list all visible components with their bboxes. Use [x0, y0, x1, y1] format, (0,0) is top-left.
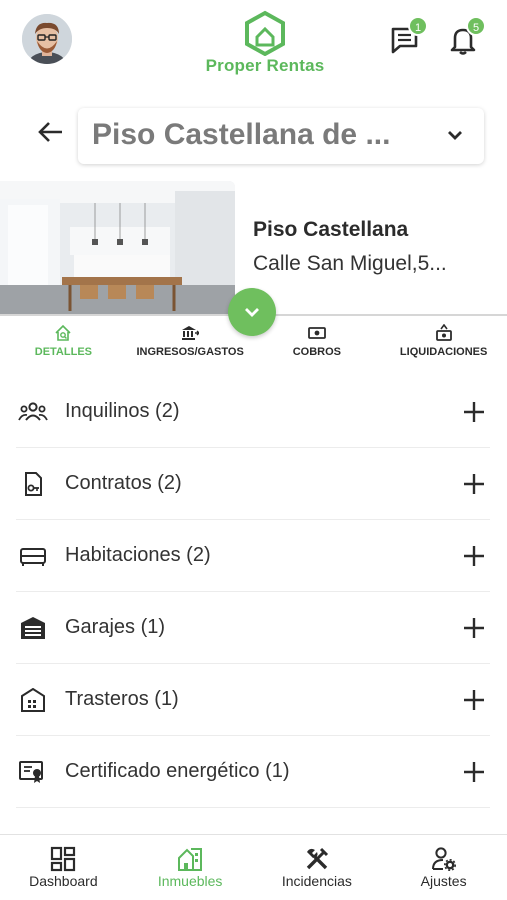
tab-label: DETALLES [34, 346, 92, 358]
nav-inmuebles[interactable]: Inmuebles [127, 835, 254, 900]
user-avatar-icon [22, 14, 72, 64]
tab-label: COBROS [292, 346, 342, 358]
storage-icon [21, 688, 45, 712]
nav-label: Incidencias [281, 873, 352, 889]
plus-icon[interactable] [462, 472, 486, 496]
nav-ajustes[interactable]: Ajustes [380, 835, 507, 900]
bed-icon [20, 548, 46, 566]
garage-icon [21, 617, 45, 639]
property-address: Calle San Miguel,5... [253, 252, 447, 275]
notifications-button[interactable]: 5 [446, 16, 486, 56]
list-item-label: Inquilinos (2) [65, 400, 180, 422]
house-logo-icon [245, 10, 285, 57]
list-item-label: Contratos (2) [65, 472, 182, 494]
cash-icon [307, 327, 326, 339]
brand-logo: Proper Rentas [190, 10, 340, 75]
arrow-left-icon [38, 122, 62, 142]
plus-icon[interactable] [462, 760, 486, 784]
bottom-navigation: Dashboard Inmuebles Incidencias Ajustes [0, 834, 507, 900]
tab-ingresos-gastos[interactable]: INGRESOS/GASTOS [127, 316, 254, 374]
contract-icon [25, 472, 42, 496]
building-icon [178, 848, 203, 871]
tab-cobros[interactable]: COBROS [254, 316, 381, 374]
nav-label: Dashboard [29, 873, 98, 889]
plus-icon[interactable] [462, 616, 486, 640]
list-item-contratos[interactable]: Contratos (2) [16, 448, 490, 520]
bank-icon [182, 326, 200, 340]
list-item-label: Certificado energético (1) [65, 760, 290, 782]
plus-icon[interactable] [462, 400, 486, 424]
plus-icon[interactable] [462, 688, 486, 712]
user-settings-icon [431, 847, 456, 871]
group-icon [18, 402, 48, 421]
plus-icon[interactable] [462, 544, 486, 568]
list-item-label: Garajes (1) [65, 616, 166, 638]
list-item-label: Trasteros (1) [65, 688, 179, 710]
dashboard-icon [51, 846, 76, 872]
kitchen-photo [0, 181, 235, 315]
list-item-trasteros[interactable]: Trasteros (1) [16, 664, 490, 736]
tab-detalles[interactable]: DETALLES [0, 316, 127, 374]
top-header: Proper Rentas 1 5 [0, 0, 507, 84]
property-photo[interactable] [0, 181, 235, 315]
list-item-certificado[interactable]: Certificado energético (1) [16, 736, 490, 808]
list-item-habitaciones[interactable]: Habitaciones (2) [16, 520, 490, 592]
property-tabs: DETALLES INGRESOS/GASTOS COBROS LIQUIDAC… [0, 316, 507, 374]
messages-button[interactable]: 1 [388, 16, 428, 56]
avatar[interactable] [22, 14, 72, 64]
section-list: Inquilinos (2) Contratos (2) Habitacione… [16, 376, 490, 808]
messages-badge: 1 [408, 16, 428, 36]
nav-incidencias[interactable]: Incidencias [254, 835, 381, 900]
nav-label: Inmuebles [157, 873, 223, 889]
property-selector[interactable]: Piso Castellana de ... [78, 108, 484, 164]
house-search-icon [55, 324, 71, 341]
property-name: Piso Castellana [253, 218, 409, 241]
notifications-badge: 5 [466, 16, 486, 36]
list-item-garajes[interactable]: Garajes (1) [16, 592, 490, 664]
list-item-inquilinos[interactable]: Inquilinos (2) [16, 376, 490, 448]
nav-dashboard[interactable]: Dashboard [0, 835, 127, 900]
property-selector-value: Piso Castellana de ... [92, 118, 391, 151]
cash-register-icon [435, 324, 452, 341]
certificate-icon [19, 761, 43, 783]
list-item-label: Habitaciones (2) [65, 544, 211, 566]
chevron-down-icon [448, 131, 462, 140]
nav-label: Ajustes [420, 873, 467, 889]
brand-name: Proper Rentas [205, 56, 325, 75]
tab-label: INGRESOS/GASTOS [136, 346, 244, 358]
back-button[interactable] [32, 114, 68, 150]
tools-icon [306, 847, 328, 870]
tab-label: LIQUIDACIONES [399, 346, 488, 358]
tab-liquidaciones[interactable]: LIQUIDACIONES [380, 316, 507, 374]
